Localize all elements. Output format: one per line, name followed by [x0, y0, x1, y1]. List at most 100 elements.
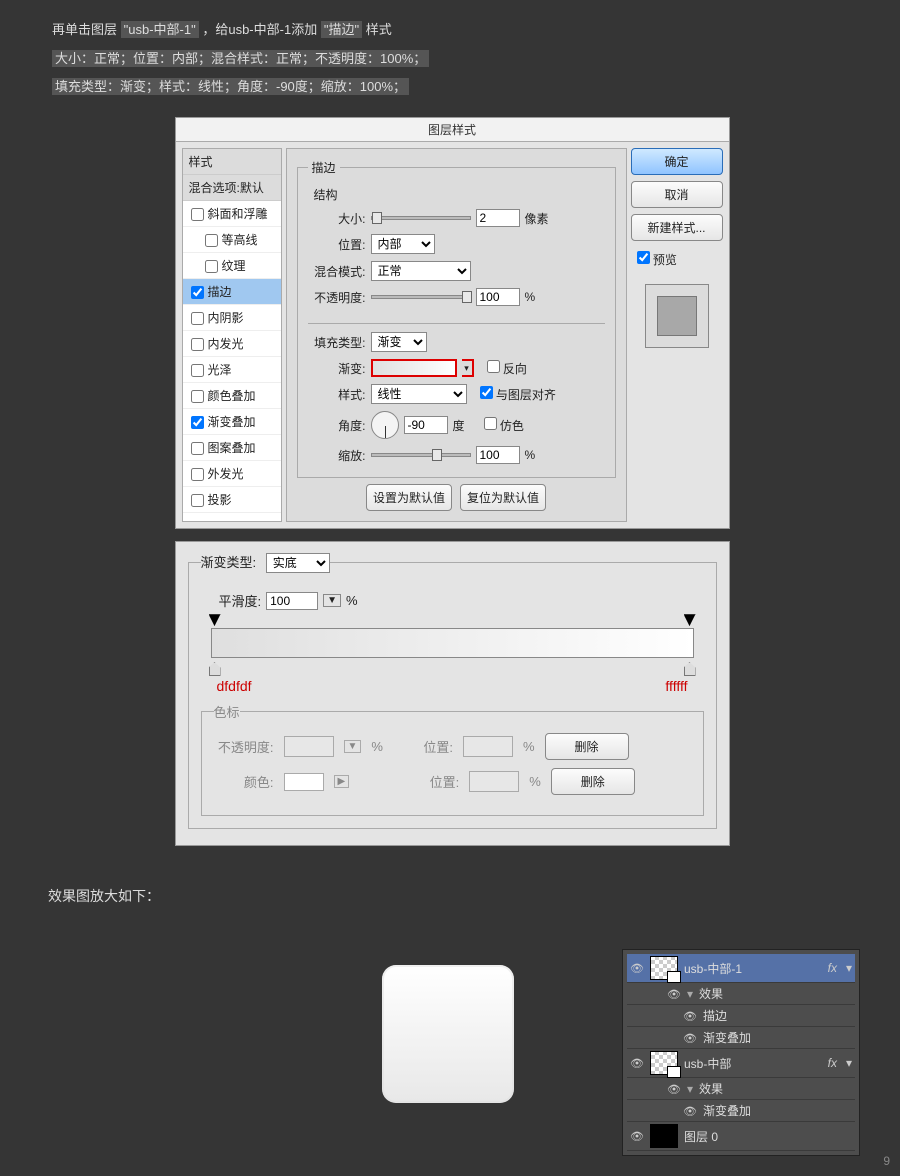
layer-thumbnail[interactable]	[650, 1051, 678, 1075]
style-checkbox[interactable]	[191, 312, 204, 325]
opacity-input[interactable]	[476, 288, 520, 306]
chevron-up-icon[interactable]: ▾	[846, 961, 852, 975]
blend-mode-label: 混合模式:	[308, 263, 366, 280]
scale-input[interactable]	[476, 446, 520, 464]
layer-row[interactable]: usb-中部-1fx▾	[627, 954, 855, 983]
dropdown-icon[interactable]: ▼	[323, 594, 341, 607]
expand-icon[interactable]: ▾	[687, 987, 693, 1001]
style-checkbox[interactable]	[205, 260, 218, 273]
style-item[interactable]: 内阴影	[183, 305, 281, 331]
smoothness-input[interactable]	[266, 592, 318, 610]
visibility-eye-icon[interactable]	[683, 1031, 697, 1045]
style-item[interactable]: 投影	[183, 487, 281, 513]
chevron-up-icon[interactable]: ▾	[846, 1056, 852, 1070]
visibility-eye-icon[interactable]	[683, 1104, 697, 1118]
reverse-checkbox[interactable]: 反向	[487, 360, 527, 377]
layer-effect-row[interactable]: 渐变叠加	[627, 1100, 855, 1122]
color-stop-right[interactable]	[684, 662, 696, 676]
style-item[interactable]: 描边	[183, 279, 281, 305]
stop-position-input[interactable]	[463, 736, 513, 757]
stop-opacity-label: 不透明度:	[214, 737, 274, 756]
visibility-eye-icon[interactable]	[667, 987, 681, 1001]
reset-default-button[interactable]: 复位为默认值	[460, 484, 546, 511]
stop-position-input[interactable]	[469, 771, 519, 792]
layer-effect-row[interactable]: 渐变叠加	[627, 1027, 855, 1049]
size-slider[interactable]	[371, 216, 471, 220]
style-checkbox[interactable]	[191, 338, 204, 351]
dropdown-icon[interactable]: ▼	[344, 740, 362, 753]
set-default-button[interactable]: 设置为默认值	[366, 484, 452, 511]
styles-header[interactable]: 样式	[183, 149, 281, 175]
style-item[interactable]: 等高线	[183, 227, 281, 253]
blend-options-header[interactable]: 混合选项:默认	[183, 175, 281, 201]
dither-checkbox[interactable]: 仿色	[484, 417, 524, 434]
layer-style-dialog: 图层样式 样式 混合选项:默认 斜面和浮雕等高线纹理描边内阴影内发光光泽颜色叠加…	[175, 117, 730, 529]
fx-badge[interactable]: fx	[828, 961, 837, 975]
style-item[interactable]: 颜色叠加	[183, 383, 281, 409]
style-checkbox[interactable]	[191, 286, 204, 299]
style-checkbox[interactable]	[191, 468, 204, 481]
gradient-style-select[interactable]: 线性	[371, 384, 467, 404]
style-item[interactable]: 渐变叠加	[183, 409, 281, 435]
blend-mode-select[interactable]: 正常	[371, 261, 471, 281]
gradient-label: 渐变:	[308, 360, 366, 377]
layers-panel: usb-中部-1fx▾▾效果描边渐变叠加usb-中部fx▾▾效果渐变叠加图层 0	[622, 949, 860, 1156]
ok-button[interactable]: 确定	[631, 148, 723, 175]
style-checkbox[interactable]	[191, 208, 204, 221]
preview-checkbox[interactable]: 预览	[631, 251, 723, 268]
style-checkbox[interactable]	[191, 364, 204, 377]
fx-badge[interactable]: fx	[828, 1056, 837, 1070]
angle-input[interactable]	[404, 416, 448, 434]
style-item[interactable]: 斜面和浮雕	[183, 201, 281, 227]
style-item[interactable]: 内发光	[183, 331, 281, 357]
position-select[interactable]: 内部	[371, 234, 435, 254]
gradient-bar[interactable]	[211, 628, 694, 658]
opacity-stop-left[interactable]	[209, 614, 221, 626]
style-item[interactable]: 图案叠加	[183, 435, 281, 461]
opacity-stop-right[interactable]	[684, 614, 696, 626]
dropdown-icon[interactable]: ▶	[334, 775, 350, 788]
layer-effect-row[interactable]: 描边	[627, 1005, 855, 1027]
layer-row[interactable]: usb-中部fx▾	[627, 1049, 855, 1078]
visibility-eye-icon[interactable]	[630, 1056, 644, 1070]
gradient-dropdown-icon[interactable]: ▾	[462, 359, 474, 377]
structure-legend: 结构	[314, 186, 605, 203]
style-item-label: 外发光	[208, 467, 244, 481]
layer-effect-row[interactable]: ▾效果	[627, 1078, 855, 1100]
visibility-eye-icon[interactable]	[630, 961, 644, 975]
style-item-label: 描边	[208, 285, 232, 299]
style-item[interactable]: 光泽	[183, 357, 281, 383]
delete-stop-button[interactable]: 删除	[545, 733, 629, 760]
align-checkbox[interactable]: 与图层对齐	[480, 386, 556, 403]
angle-dial[interactable]	[371, 411, 399, 439]
gradient-picker[interactable]	[371, 359, 457, 377]
visibility-eye-icon[interactable]	[630, 1129, 644, 1143]
expand-icon[interactable]: ▾	[687, 1082, 693, 1096]
style-item[interactable]: 外发光	[183, 461, 281, 487]
color-stop-left[interactable]	[209, 662, 221, 676]
style-item[interactable]: 纹理	[183, 253, 281, 279]
scale-slider[interactable]	[371, 453, 471, 457]
size-input[interactable]	[476, 209, 520, 227]
delete-stop-button[interactable]: 删除	[551, 768, 635, 795]
gradient-type-select[interactable]: 实底	[266, 553, 330, 573]
visibility-eye-icon[interactable]	[667, 1082, 681, 1096]
layer-thumbnail[interactable]	[650, 956, 678, 980]
stop-position-label: 位置:	[393, 737, 453, 756]
style-checkbox[interactable]	[191, 416, 204, 429]
layer-thumbnail[interactable]	[650, 1124, 678, 1148]
visibility-eye-icon[interactable]	[683, 1009, 697, 1023]
stop-opacity-input[interactable]	[284, 736, 334, 757]
layer-effect-row[interactable]: ▾ 效果	[627, 983, 855, 1005]
opacity-slider[interactable]	[371, 295, 471, 299]
style-checkbox[interactable]	[191, 390, 204, 403]
cancel-button[interactable]: 取消	[631, 181, 723, 208]
style-checkbox[interactable]	[205, 234, 218, 247]
layer-row[interactable]: 图层 0	[627, 1122, 855, 1151]
layer-name: 效果	[699, 985, 723, 1002]
fill-type-select[interactable]: 渐变	[371, 332, 427, 352]
style-checkbox[interactable]	[191, 494, 204, 507]
stop-color-swatch[interactable]	[284, 773, 324, 791]
new-style-button[interactable]: 新建样式...	[631, 214, 723, 241]
style-checkbox[interactable]	[191, 442, 204, 455]
